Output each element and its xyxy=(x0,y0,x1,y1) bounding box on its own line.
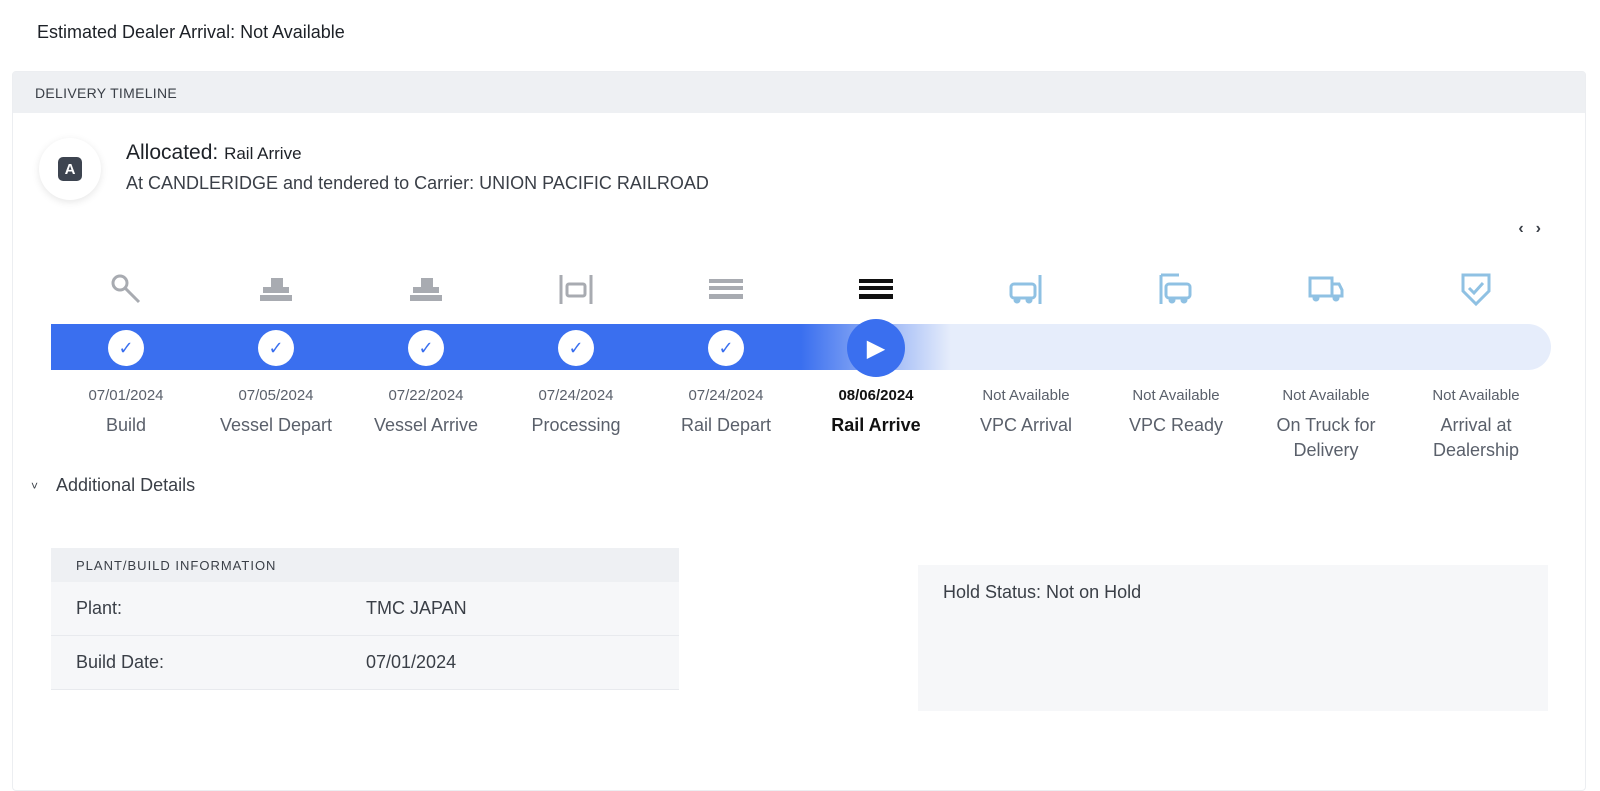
plant-build-information: PLANT/BUILD INFORMATION Plant: TMC JAPAN… xyxy=(51,548,679,690)
step-label: Rail Arrive xyxy=(831,415,921,435)
step-label: Vessel Depart xyxy=(219,415,333,435)
timeline-nav: ‹ › xyxy=(1518,220,1541,238)
chevron-left-icon[interactable]: ‹ xyxy=(1518,220,1523,238)
step-date: 07/22/2024 xyxy=(388,387,464,404)
plant-build-header: PLANT/BUILD INFORMATION xyxy=(51,548,679,582)
allocation-title: Allocated: Rail Arrive xyxy=(126,141,302,165)
build-date-value: 07/01/2024 xyxy=(366,652,457,672)
train-icon xyxy=(856,269,896,309)
wrench-icon xyxy=(106,269,146,309)
ship-icon xyxy=(406,269,446,309)
additional-details-toggle[interactable]: ˅ Additional Details xyxy=(31,475,195,496)
plant-label: Plant: xyxy=(76,598,123,618)
build-date-row: Build Date: 07/01/2024 xyxy=(51,636,679,690)
allocation-badge: A xyxy=(39,138,101,200)
step-date: Not Available xyxy=(1132,387,1220,404)
step-label: Arrival at Dealership xyxy=(1432,415,1520,460)
chevron-down-icon: ˅ xyxy=(31,478,39,493)
step-date: 07/24/2024 xyxy=(538,387,614,404)
check-icon: ✓ xyxy=(258,330,294,366)
hold-status: Hold Status: Not on Hold xyxy=(943,582,1142,602)
step-date: Not Available xyxy=(1432,387,1520,404)
plant-row: Plant: TMC JAPAN xyxy=(51,582,679,636)
check-icon: ✓ xyxy=(408,330,444,366)
truck-icon xyxy=(1306,269,1346,309)
hold-status-panel: Hold Status: Not on Hold xyxy=(918,565,1548,711)
step-date: 07/24/2024 xyxy=(688,387,764,404)
timeline-header: DELIVERY TIMELINE xyxy=(13,72,1585,113)
step-label: Processing xyxy=(531,415,621,435)
build-date-label: Build Date: xyxy=(76,652,165,672)
step-label: Vessel Arrive xyxy=(373,415,479,435)
estimated-dealer-arrival: Estimated Dealer Arrival: Not Available xyxy=(37,22,345,42)
step-label: On Truck for Delivery xyxy=(1276,415,1376,460)
vpc-ready-icon xyxy=(1156,269,1196,309)
processing-icon xyxy=(556,269,596,309)
step-date: 07/05/2024 xyxy=(238,387,314,404)
ship-icon xyxy=(256,269,296,309)
step-label: Build xyxy=(105,415,147,435)
check-icon: ✓ xyxy=(708,330,744,366)
play-icon: ▶ xyxy=(847,319,905,377)
step-date: 08/06/2024 xyxy=(838,387,914,404)
check-icon: ✓ xyxy=(108,330,144,366)
step-date: Not Available xyxy=(982,387,1070,404)
allocation-subtitle: At CANDLERIDGE and tendered to Carrier: … xyxy=(126,173,709,193)
additional-details-label: Additional Details xyxy=(56,475,196,495)
vpc-arrival-icon xyxy=(1006,269,1046,309)
plant-value: TMC JAPAN xyxy=(366,598,467,618)
allocation-letter-icon: A xyxy=(58,157,82,181)
train-icon xyxy=(706,269,746,309)
allocation-status: Rail Arrive xyxy=(224,144,302,163)
chevron-right-icon[interactable]: › xyxy=(1536,220,1541,238)
step-label: Rail Depart xyxy=(680,415,772,435)
step-date: Not Available xyxy=(1282,387,1370,404)
step-label: VPC Arrival xyxy=(979,415,1073,435)
allocation-title-prefix: Allocated: xyxy=(126,141,219,164)
step-label: VPC Ready xyxy=(1128,415,1224,435)
step-date: 07/01/2024 xyxy=(88,387,164,404)
check-icon: ✓ xyxy=(558,330,594,366)
shield-check-icon xyxy=(1456,269,1496,309)
